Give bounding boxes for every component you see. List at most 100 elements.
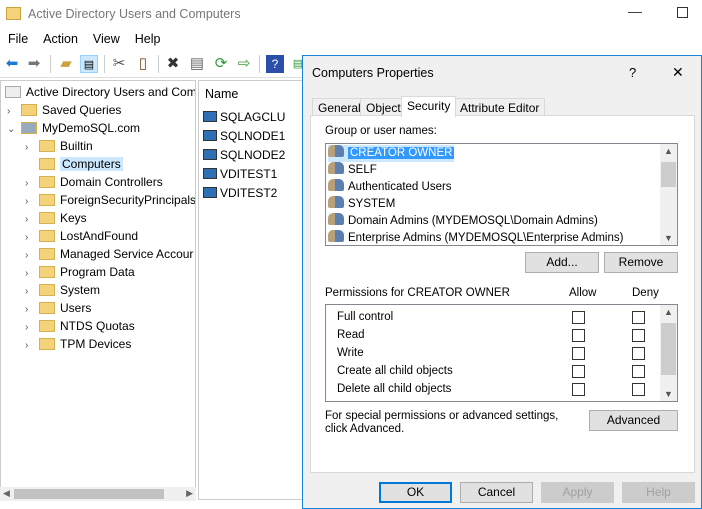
group-user-list[interactable]: CREATOR OWNER SELF Authenticated Users S…	[325, 143, 678, 246]
allow-header: Allow	[569, 287, 597, 299]
perm-create-child: Create all child objects	[337, 365, 453, 377]
help-button[interactable]: ?	[629, 65, 636, 80]
dialog-title: Computers Properties	[312, 66, 434, 80]
security-panel: Group or user names: CREATOR OWNER SELF …	[310, 115, 695, 473]
allow-checkbox[interactable]	[572, 365, 585, 378]
tree-item-builtin[interactable]: › Builtin	[25, 137, 93, 155]
perm-read: Read	[337, 329, 365, 341]
tree-item-ntds-quotas[interactable]: › NTDS Quotas	[25, 317, 135, 335]
user-item-self[interactable]: SELF	[328, 162, 377, 179]
list-item[interactable]: SQLAGCLU	[203, 110, 285, 124]
tree-domain[interactable]: ⌄ MyDemoSQL.com	[7, 119, 140, 137]
computer-icon	[203, 168, 217, 179]
user-item-enterprise-admins[interactable]: Enterprise Admins (MYDEMOSQL\Enterprise …	[328, 230, 623, 247]
tab-attribute-editor[interactable]: Attribute Editor	[454, 98, 546, 116]
user-item-domain-admins[interactable]: Domain Admins (MYDEMOSQL\Domain Admins)	[328, 213, 598, 230]
deny-checkbox[interactable]	[632, 311, 645, 324]
special-permissions-text: For special permissions or advanced sett…	[325, 410, 559, 435]
tree-item-system[interactable]: › System	[25, 281, 100, 299]
users-icon	[328, 196, 344, 208]
tree-item-foreign-security-principals[interactable]: › ForeignSecurityPrincipals	[25, 191, 195, 209]
up-folder-icon[interactable]: ▰	[57, 55, 75, 73]
deny-checkbox[interactable]	[632, 329, 645, 342]
list-item[interactable]: SQLNODE1	[203, 129, 285, 143]
tree-item-keys[interactable]: › Keys	[25, 209, 87, 227]
users-icon	[328, 213, 344, 225]
column-header-name[interactable]: Name	[205, 87, 238, 101]
computer-icon	[203, 111, 217, 122]
tree-item-domain-controllers[interactable]: › Domain Controllers	[25, 173, 163, 191]
user-item-authenticated-users[interactable]: Authenticated Users	[328, 179, 452, 196]
allow-checkbox[interactable]	[572, 347, 585, 360]
allow-checkbox[interactable]	[572, 329, 585, 342]
remove-button[interactable]: Remove	[604, 252, 678, 273]
tree-item-tpm-devices[interactable]: › TPM Devices	[25, 335, 131, 353]
tab-security[interactable]: Security	[401, 96, 457, 117]
advanced-button[interactable]: Advanced	[589, 410, 678, 431]
tree-item-program-data[interactable]: › Program Data	[25, 263, 135, 281]
console-tree: Active Directory Users and Com › Saved Qu…	[0, 80, 196, 500]
computer-icon	[203, 187, 217, 198]
apply-button[interactable]: Apply	[541, 482, 614, 503]
tree-item-lostandfound[interactable]: › LostAndFound	[25, 227, 138, 245]
menu-view[interactable]: View	[85, 28, 127, 46]
menu-file[interactable]: File	[0, 28, 35, 46]
users-icon	[328, 179, 344, 191]
help-dialog-button[interactable]: Help	[622, 482, 695, 503]
cancel-button[interactable]: Cancel	[460, 482, 533, 503]
group-label: Group or user names:	[325, 125, 437, 137]
refresh-icon[interactable]: ⟳	[212, 55, 230, 73]
menu-help[interactable]: Help	[127, 28, 168, 46]
perm-delete-child: Delete all child objects	[337, 383, 452, 395]
deny-checkbox[interactable]	[632, 365, 645, 378]
deny-header: Deny	[632, 287, 659, 299]
users-icon	[328, 230, 344, 242]
tab-object[interactable]: Object	[360, 98, 407, 116]
window-title: Active Directory Users and Computers	[28, 7, 241, 21]
permissions-list: Full control Read Write Create all child…	[325, 304, 678, 402]
window-titlebar: Active Directory Users and Computers —	[0, 0, 702, 28]
list-item[interactable]: SQLNODE2	[203, 148, 285, 162]
cut-icon[interactable]: ✂	[110, 55, 128, 73]
tree-item-users[interactable]: › Users	[25, 299, 91, 317]
ok-button[interactable]: OK	[379, 482, 452, 503]
list-item[interactable]: VDITEST2	[203, 186, 277, 200]
tab-general[interactable]: General	[312, 98, 367, 116]
deny-checkbox[interactable]	[632, 383, 645, 396]
allow-checkbox[interactable]	[572, 383, 585, 396]
forward-icon[interactable]: ➡	[25, 55, 43, 73]
users-icon	[328, 162, 344, 174]
minimize-button[interactable]: —	[628, 3, 642, 19]
tree-item-computers[interactable]: Computers	[25, 155, 123, 173]
user-item-creator-owner[interactable]: CREATOR OWNER	[328, 145, 455, 162]
add-button[interactable]: Add...	[525, 252, 599, 273]
properties-icon[interactable]: ▤	[188, 55, 206, 73]
delete-icon[interactable]: ✖	[164, 55, 182, 73]
perm-full-control: Full control	[337, 311, 394, 323]
permissions-scrollbar[interactable]: ▲ ▼	[660, 305, 677, 401]
maximize-button[interactable]	[677, 7, 688, 18]
menu-action[interactable]: Action	[35, 28, 85, 46]
properties-dialog: Computers Properties ? ✕ General Object …	[302, 55, 702, 509]
close-button[interactable]: ✕	[672, 64, 684, 81]
help-icon[interactable]: ?	[266, 55, 284, 73]
allow-checkbox[interactable]	[572, 311, 585, 324]
deny-checkbox[interactable]	[632, 347, 645, 360]
export-list-icon[interactable]: ⇨	[235, 55, 253, 73]
user-item-system[interactable]: SYSTEM	[328, 196, 395, 213]
user-list-scrollbar[interactable]: ▲ ▼	[660, 144, 677, 245]
object-list: Name SQLAGCLU SQLNODE1 SQLNODE2 VDITEST1…	[198, 80, 304, 500]
show-hide-console-tree-icon[interactable]: ▤	[80, 55, 98, 73]
paste-icon[interactable]: ▯	[134, 55, 152, 73]
back-icon[interactable]: ⬅	[3, 55, 21, 73]
tree-saved-queries[interactable]: › Saved Queries	[7, 101, 121, 119]
menu-bar: File Action View Help	[0, 28, 702, 50]
permissions-label: Permissions for CREATOR OWNER	[325, 287, 510, 299]
tree-item-managed-service-accounts[interactable]: › Managed Service Accour	[25, 245, 193, 263]
tree-root[interactable]: Active Directory Users and Com	[5, 83, 195, 101]
computer-icon	[203, 149, 217, 160]
scrollbar-thumb[interactable]	[14, 489, 164, 499]
list-item[interactable]: VDITEST1	[203, 167, 277, 181]
perm-write: Write	[337, 347, 364, 359]
app-icon	[6, 7, 21, 20]
